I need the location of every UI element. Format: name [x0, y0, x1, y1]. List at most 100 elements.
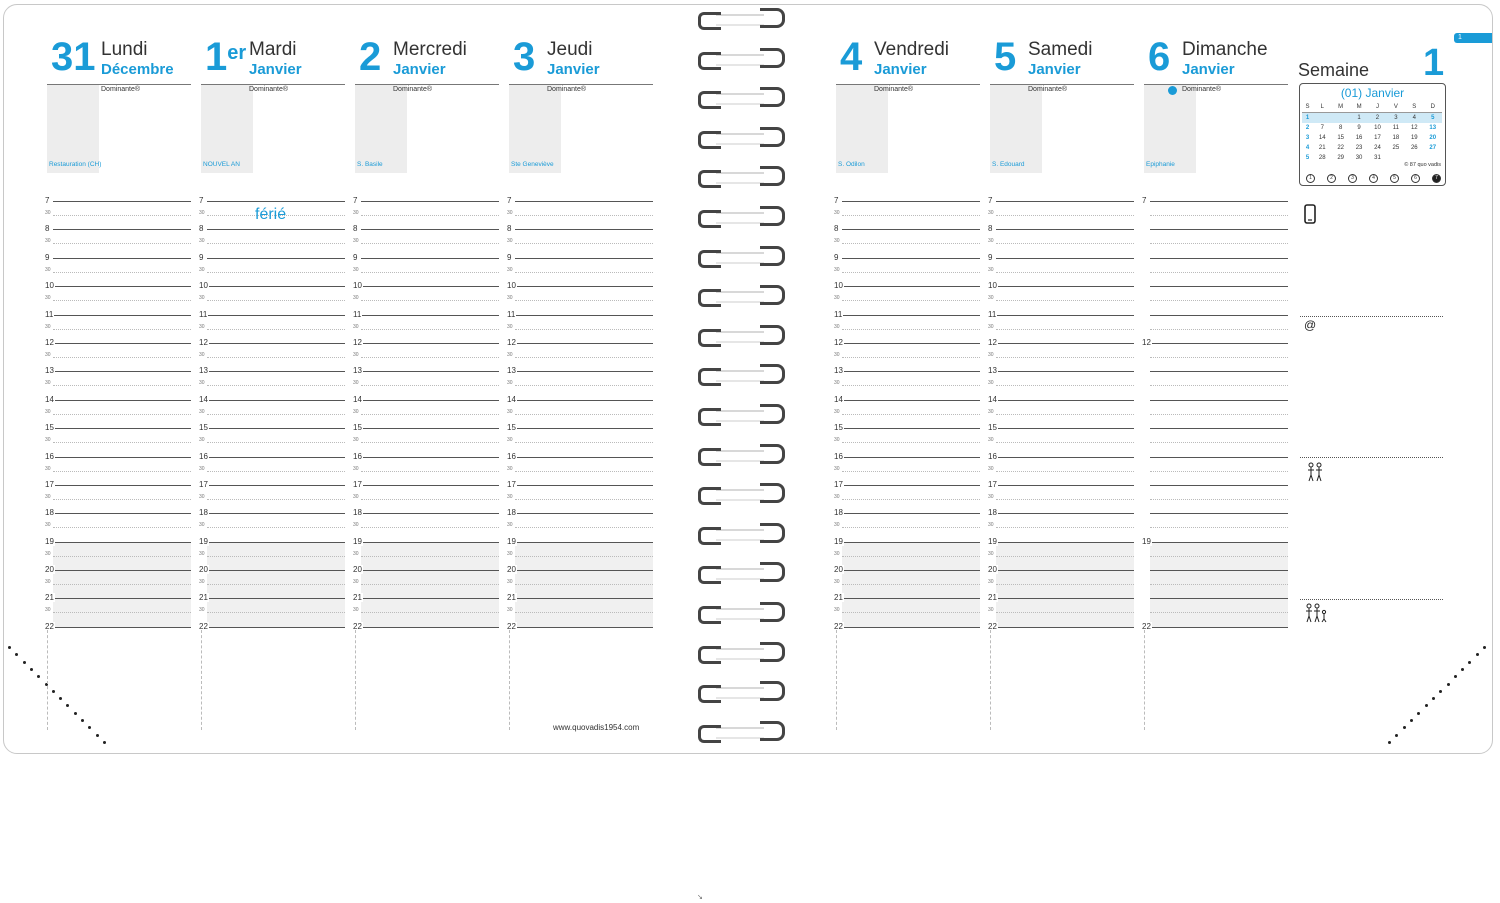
hour-row[interactable] [1144, 371, 1288, 399]
hour-row[interactable]: 18 30 [507, 508, 653, 541]
hour-row[interactable]: 15 30 [45, 423, 191, 456]
hour-row[interactable]: 17 30 [199, 479, 345, 513]
hour-row[interactable]: 22 [988, 621, 1134, 631]
hour-row[interactable]: 10 30 [834, 281, 980, 314]
hour-row[interactable]: 8 30 [353, 224, 499, 257]
hour-row[interactable] [1144, 399, 1288, 428]
hour-row[interactable]: 14 30 [988, 394, 1134, 428]
hour-row[interactable] [1144, 314, 1288, 343]
hour-row[interactable]: 16 30 [353, 451, 499, 485]
hour-row[interactable]: 14 30 [199, 394, 345, 428]
hour-row[interactable] [1144, 484, 1288, 513]
hour-row[interactable]: 10 30 [199, 281, 345, 314]
mini-calendar-day[interactable]: 11 [1387, 123, 1405, 133]
hour-row[interactable] [1144, 286, 1288, 314]
hour-row[interactable]: 15 30 [834, 423, 980, 456]
hour-row[interactable] [1144, 229, 1288, 257]
hour-row[interactable]: 22 [834, 621, 980, 631]
day-notes-box[interactable] [47, 85, 99, 173]
mini-calendar-day[interactable] [1313, 112, 1332, 123]
hour-row[interactable]: 12 30 [988, 337, 1134, 371]
day-column[interactable]: 31 Lundi Décembre Dominante® Restauration (C… [45, 30, 191, 730]
mini-calendar-day[interactable]: 21 [1313, 143, 1331, 153]
hour-row[interactable]: 16 30 [834, 451, 980, 485]
hour-row[interactable]: 10 30 [988, 281, 1134, 314]
mini-calendar-day[interactable]: 27 [1423, 143, 1442, 153]
hour-row[interactable]: 22 [507, 621, 653, 631]
hour-row[interactable]: 8 30 [988, 224, 1134, 257]
hour-grid[interactable]: 7 30 8 30 9 30 10 30 11 30 12 30 13 30 14 30 15 30 16 30 17 3… [988, 196, 1134, 631]
hour-row[interactable]: 22 [353, 621, 499, 631]
hour-row[interactable]: 13 30 [45, 366, 191, 399]
mini-calendar-day[interactable] [1331, 112, 1350, 123]
hour-row[interactable]: 11 30 [45, 309, 191, 343]
mini-calendar-day[interactable]: 4 [1405, 112, 1424, 123]
day-notes-box[interactable] [1144, 85, 1196, 173]
hour-row[interactable]: 10 30 [507, 281, 653, 314]
day-column[interactable]: 2 Mercredi Janvier Dominante® S. Basile 7 30 8 3… [353, 30, 499, 730]
hour-row[interactable]: 11 30 [507, 309, 653, 343]
hour-row[interactable]: 22 [1142, 621, 1288, 631]
hour-grid[interactable]: 7 30 8 30 9 30 10 30 11 30 12 30 13 30 14 30 15 30 16 30 17 3… [353, 196, 499, 631]
mini-calendar-week-number[interactable]: 4 [1302, 143, 1313, 153]
hour-row[interactable]: 19 30 [834, 536, 980, 571]
hour-row[interactable]: 20 30 [507, 565, 653, 600]
mini-calendar-day[interactable]: 29 [1331, 153, 1349, 163]
hour-row[interactable]: 8 30 [834, 224, 980, 257]
mini-calendar-day[interactable]: 13 [1423, 123, 1442, 133]
hour-row[interactable]: 12 30 [199, 337, 345, 371]
hour-row[interactable]: 19 30 [45, 536, 191, 571]
hour-row[interactable]: 16 30 [507, 451, 653, 485]
mini-calendar-day[interactable]: 18 [1387, 133, 1405, 143]
hour-row[interactable]: 19 30 [199, 536, 345, 571]
mini-calendar-day[interactable]: 14 [1313, 133, 1331, 143]
day-column[interactable]: 6 Dimanche Janvier Dominante® Epiphanie 7 12 19… [1142, 30, 1288, 730]
hour-row[interactable]: 13 30 [988, 366, 1134, 399]
hour-row[interactable]: 20 30 [988, 565, 1134, 600]
website-url[interactable]: www.quovadis1954.com [553, 723, 639, 732]
mini-calendar-week-number[interactable]: 1 [1302, 112, 1314, 123]
mini-calendar-day[interactable]: 17 [1368, 133, 1386, 143]
hour-row[interactable] [1144, 428, 1288, 456]
hour-row[interactable]: 10 30 [353, 281, 499, 314]
mini-calendar-day[interactable]: 12 [1405, 123, 1423, 133]
hour-row[interactable] [1144, 570, 1288, 600]
mini-calendar-day[interactable]: 9 [1350, 123, 1368, 133]
mini-calendar-day[interactable]: 8 [1331, 123, 1349, 133]
hour-row[interactable]: 13 30 [353, 366, 499, 399]
week-tab[interactable]: 1 [1454, 33, 1492, 43]
hour-row[interactable]: 15 30 [199, 423, 345, 456]
hour-row[interactable]: 21 30 [199, 593, 345, 628]
mini-calendar-day[interactable]: 15 [1331, 133, 1349, 143]
mini-calendar-day[interactable] [1387, 153, 1405, 163]
day-notes-box[interactable] [355, 85, 407, 173]
mini-calendar-day[interactable]: 25 [1387, 143, 1405, 153]
mini-calendar-day[interactable]: 7 [1313, 123, 1331, 133]
hour-row[interactable]: 8 30 [45, 224, 191, 257]
hour-row[interactable]: 7 30 [45, 196, 191, 229]
hour-row[interactable]: 20 30 [45, 565, 191, 600]
hour-row[interactable]: 18 30 [353, 508, 499, 541]
day-notes-box[interactable] [201, 85, 253, 173]
mini-calendar-day[interactable]: 16 [1350, 133, 1368, 143]
hour-row[interactable]: 7 [1142, 196, 1288, 229]
hour-row[interactable]: 17 30 [988, 479, 1134, 513]
mini-calendar-day[interactable]: 28 [1313, 153, 1331, 163]
hour-row[interactable]: 22 [45, 621, 191, 631]
hour-row[interactable]: 21 30 [834, 593, 980, 628]
hour-row[interactable]: 12 30 [353, 337, 499, 371]
hour-row[interactable]: 17 30 [45, 479, 191, 513]
mini-calendar-week-number[interactable]: 5 [1302, 153, 1313, 163]
hour-row[interactable]: 11 30 [199, 309, 345, 343]
hour-row[interactable]: 13 30 [199, 366, 345, 399]
hour-row[interactable]: 21 30 [45, 593, 191, 628]
hour-row[interactable]: 13 30 [834, 366, 980, 399]
day-notes-box[interactable] [990, 85, 1042, 173]
mini-calendar-day[interactable]: 30 [1350, 153, 1368, 163]
hour-grid[interactable]: 7 30 8 30 9 30 10 30 11 30 12 30 13 30 14 30 15 30 16 30 17 3… [199, 196, 345, 631]
hour-row[interactable]: 12 30 [507, 337, 653, 371]
hour-row[interactable]: 12 [1142, 337, 1288, 371]
hour-row[interactable]: 14 30 [507, 394, 653, 428]
hour-row[interactable]: 21 30 [507, 593, 653, 628]
hour-grid[interactable]: 7 12 19 22 [1142, 196, 1288, 631]
